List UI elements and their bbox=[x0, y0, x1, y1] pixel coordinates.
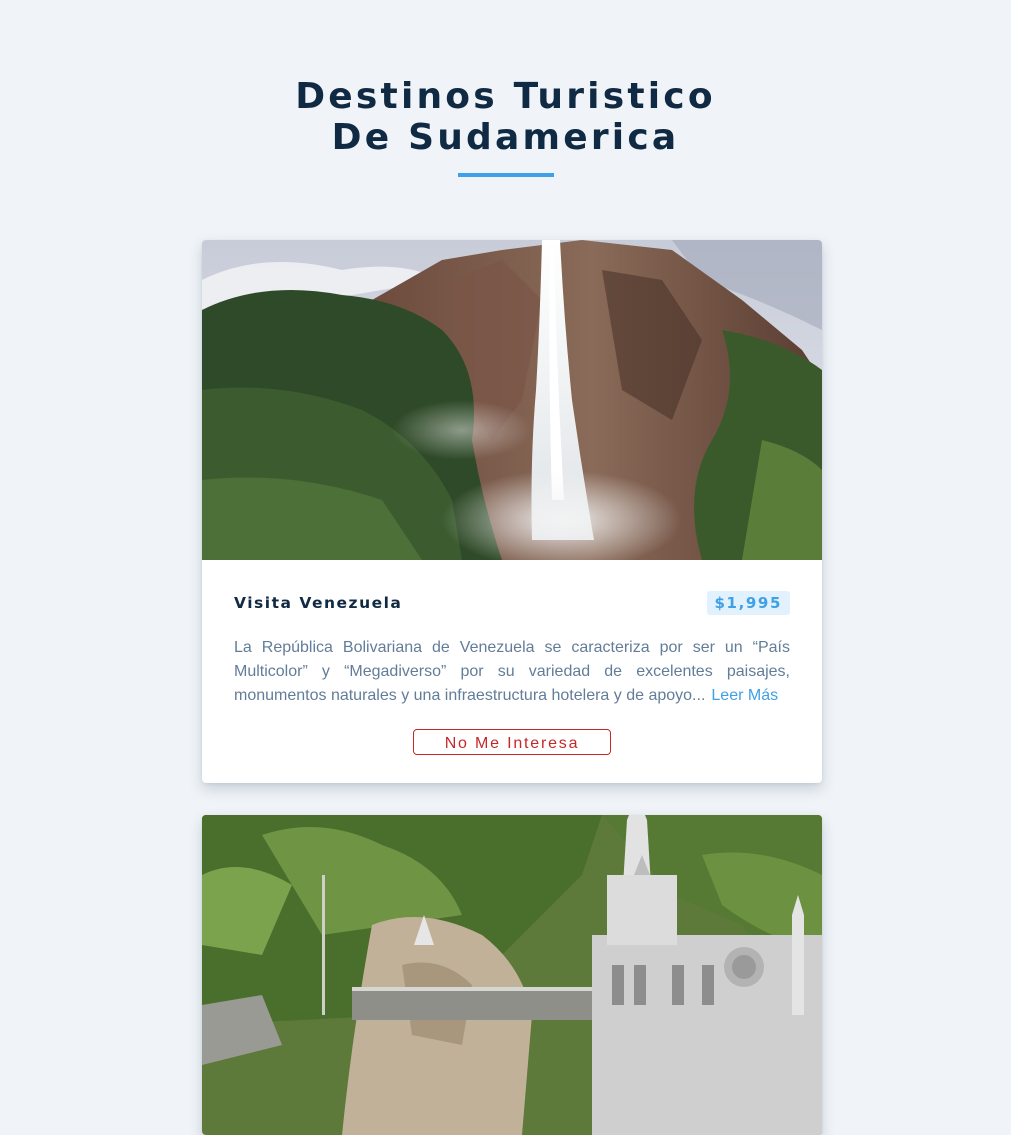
page: Destinos Turistico De Sudamerica Visita … bbox=[0, 0, 1011, 1135]
cathedral-photo-icon bbox=[202, 815, 822, 1135]
tour-card-venezuela: Visita Venezuela $1,995 La República Bol… bbox=[202, 240, 822, 783]
card-actions: No Me Interesa bbox=[234, 729, 790, 755]
header: Destinos Turistico De Sudamerica bbox=[0, 76, 1011, 177]
card-body: Visita Venezuela $1,995 La República Bol… bbox=[202, 590, 822, 755]
page-title: Destinos Turistico De Sudamerica bbox=[295, 76, 716, 158]
card-description-text: La República Bolivariana de Venezuela se… bbox=[234, 639, 790, 704]
not-interested-button[interactable]: No Me Interesa bbox=[413, 729, 611, 755]
card-title: Visita Venezuela bbox=[234, 594, 403, 612]
tour-card-2 bbox=[202, 815, 822, 1135]
title-underline bbox=[457, 173, 554, 177]
read-more-link[interactable]: Leer Más bbox=[711, 687, 778, 704]
card-description: La República Bolivariana de Venezuela se… bbox=[234, 636, 790, 708]
card-header: Visita Venezuela $1,995 bbox=[234, 590, 790, 616]
waterfall-photo-icon bbox=[202, 240, 822, 560]
price-badge: $1,995 bbox=[706, 591, 790, 615]
